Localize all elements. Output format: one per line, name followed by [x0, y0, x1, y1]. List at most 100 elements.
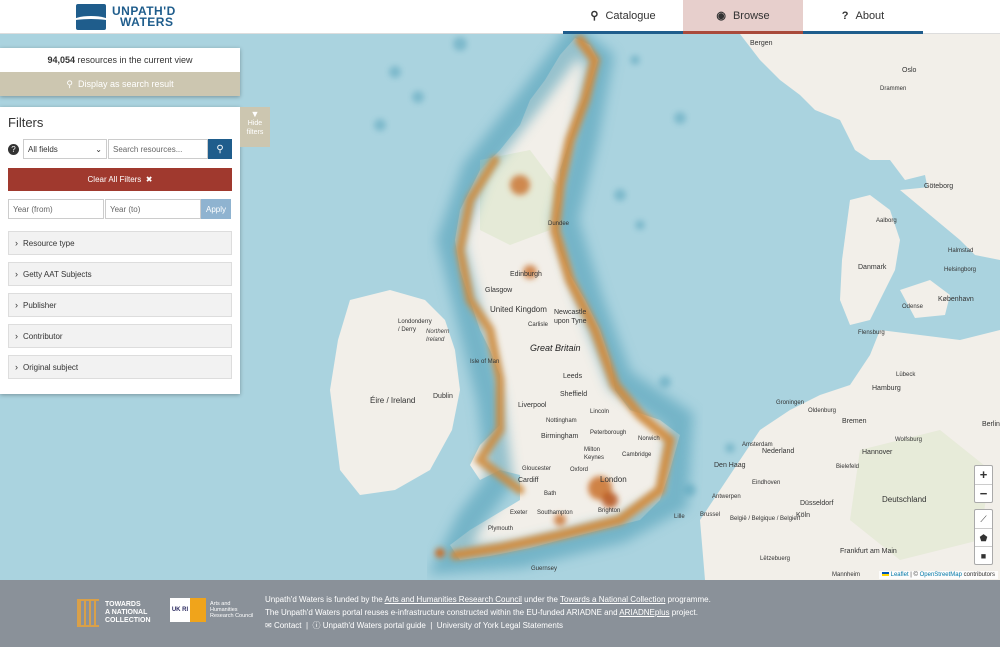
search-button[interactable]: ⚲ — [208, 139, 232, 159]
hide-filters-button[interactable]: ▼ Hide filters — [240, 107, 270, 147]
help-icon[interactable]: ? — [8, 143, 19, 155]
map-label-helsingborg: Helsingborg — [944, 267, 977, 273]
draw-toolbar: ⟋ ⬟ ■ — [974, 509, 993, 565]
facet-label: Contributor — [23, 331, 63, 341]
nav-about[interactable]: ? About — [803, 0, 923, 34]
map-label-cambridge: Cambridge — [622, 452, 652, 458]
filters-title: Filters — [8, 115, 44, 130]
map-label-dublin: Dublin — [433, 393, 453, 400]
zoom-out-button[interactable]: − — [975, 484, 992, 502]
clear-all-filters-button[interactable]: Clear All Filters ✖ — [8, 168, 232, 191]
leaflet-flag-icon — [881, 572, 889, 577]
portal-guide-link[interactable]: Unpath'd Waters portal guide — [323, 621, 426, 630]
map-label-eire: Éire / Ireland — [370, 396, 416, 405]
map-label-carlisle: Carlisle — [528, 322, 549, 328]
map-label-odense: Odense — [902, 304, 924, 310]
map-label-london: London — [600, 475, 627, 484]
draw-polyline-icon[interactable]: ⟋ — [975, 510, 992, 528]
tnc-columns-icon — [77, 599, 99, 627]
facet-label: Original subject — [23, 362, 79, 372]
draw-rectangle-icon[interactable]: ■ — [975, 546, 992, 564]
map-label-liverpool: Liverpool — [518, 402, 547, 409]
results-count-number: 94,054 — [47, 55, 75, 65]
map-label-edinburgh: Edinburgh — [510, 271, 542, 278]
map-label-bielefeld: Bielefeld — [836, 464, 860, 470]
display-button-label: Display as search result — [78, 79, 174, 89]
display-as-search-result-button[interactable]: ⚲ Display as search result — [0, 72, 240, 96]
legal-statements-link[interactable]: University of York Legal Statements — [437, 621, 563, 630]
map-label-deutschland: Deutschland — [882, 495, 927, 504]
year-to-input[interactable]: Year (to) — [105, 199, 201, 219]
results-count-suffix: resources in the current view — [77, 55, 193, 65]
zoom-control: + − — [974, 465, 993, 503]
footer-line1-c: programme. — [665, 595, 711, 604]
footer-line-3: ✉ Contact | ⓘ Unpath'd Waters portal gui… — [265, 621, 564, 630]
facet-label: Getty AAT Subjects — [23, 269, 92, 279]
leaflet-link[interactable]: Leaflet — [891, 572, 909, 578]
map-label-danmark: Danmark — [858, 264, 887, 271]
map-label-goteborg: Göteborg — [924, 183, 954, 190]
map-label-hannover: Hannover — [862, 449, 893, 456]
map-label-isle-of-man: Isle of Man — [470, 359, 500, 365]
map-label-peterborough: Peterborough — [590, 430, 627, 436]
field-select[interactable]: All fields ⌄ — [23, 139, 107, 159]
tnc-line-3: COLLECTION — [105, 617, 151, 624]
ukri-mark: UK RI — [170, 598, 190, 622]
tnc-link[interactable]: Towards a National Collection — [560, 595, 665, 604]
logo-line-2: WATERS — [120, 15, 174, 29]
map-label-oslo: Oslo — [902, 67, 917, 74]
site-logo[interactable]: UNPATH'D WATERS — [76, 3, 176, 31]
nav-about-label: About — [855, 9, 885, 22]
ukri-logo[interactable]: UK RI Arts and Humanities Research Counc… — [170, 598, 253, 622]
search-icon: ⚲ — [590, 10, 599, 22]
osm-link[interactable]: OpenStreetMap — [920, 572, 962, 578]
facet-publisher[interactable]: › Publisher — [8, 293, 232, 317]
map-attribution: Leaflet | © OpenStreetMap contributors — [878, 571, 998, 579]
map-label-aalborg: Aalborg — [876, 218, 897, 224]
logo-wave-icon — [76, 4, 106, 30]
map-label-northern-ireland: Northern Ireland — [426, 329, 450, 343]
map-label-hamburg: Hamburg — [872, 385, 901, 392]
search-input[interactable]: Search resources... — [108, 139, 208, 159]
facet-contributor[interactable]: › Contributor — [8, 324, 232, 348]
facet-original-subject[interactable]: › Original subject — [8, 355, 232, 379]
attribution-contributors: contributors — [961, 572, 995, 578]
facet-label: Publisher — [23, 300, 57, 310]
ariadneplus-link[interactable]: ARIADNEplus — [619, 608, 669, 617]
chevron-right-icon: › — [15, 331, 18, 341]
jutland-land — [840, 195, 900, 325]
map-label-lille: Lille — [674, 514, 685, 520]
zoom-in-button[interactable]: + — [975, 466, 992, 484]
year-range: Year (from) Year (to) Apply — [8, 199, 232, 219]
nav-catalogue[interactable]: ⚲ Catalogue — [563, 0, 683, 34]
map-label-bremen: Bremen — [842, 418, 867, 425]
facet-getty-aat-subjects[interactable]: › Getty AAT Subjects — [8, 262, 232, 286]
contact-link[interactable]: Contact — [274, 621, 302, 630]
apply-year-button[interactable]: Apply — [201, 199, 231, 219]
map-label-groningen: Groningen — [776, 400, 805, 406]
tnc-logo[interactable]: TOWARDS A NATIONAL COLLECTION — [77, 598, 151, 628]
map-label-leeds: Leeds — [563, 373, 583, 380]
map-label-plymouth: Plymouth — [488, 526, 514, 532]
map-label-birmingham: Birmingham — [541, 433, 579, 440]
chevron-right-icon: › — [15, 269, 18, 279]
draw-polygon-icon[interactable]: ⬟ — [975, 528, 992, 546]
year-from-input[interactable]: Year (from) — [8, 199, 104, 219]
map-label-exeter: Exeter — [510, 510, 528, 516]
map-label-bath: Bath — [544, 491, 557, 497]
map-label-newcastle: Newcastle upon Tyne — [554, 309, 587, 325]
map-label-kobenhavn: København — [938, 296, 974, 303]
filters-panel: Filters ? All fields ⌄ Search resources.… — [0, 107, 240, 394]
nav-browse[interactable]: ◉ Browse — [683, 0, 803, 34]
close-icon: ✖ — [143, 175, 153, 184]
attribution-separator: | © — [908, 572, 920, 578]
ahrc-link[interactable]: Arts and Humanities Research Council — [385, 595, 522, 604]
site-footer: TOWARDS A NATIONAL COLLECTION UK RI Arts… — [0, 580, 1000, 647]
footer-line2-a: The Unpath'd Waters portal reuses e-infr… — [265, 608, 620, 617]
map-label-denhaag: Den Haag — [714, 462, 746, 469]
map-label-belgie: België / Belgique / Belgien — [730, 516, 801, 522]
info-icon: ⓘ — [312, 621, 321, 630]
map-label-luxembourg: Lëtzebuerg — [760, 556, 791, 562]
chevron-right-icon: › — [15, 362, 18, 372]
facet-resource-type[interactable]: › Resource type — [8, 231, 232, 255]
